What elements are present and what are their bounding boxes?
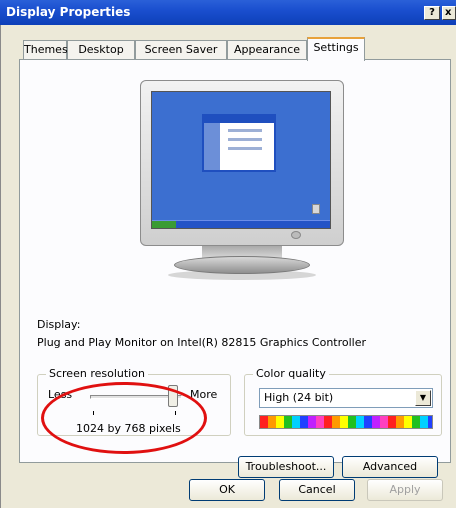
- troubleshoot-button[interactable]: Troubleshoot...: [238, 456, 334, 478]
- apply-button[interactable]: Apply: [367, 479, 443, 501]
- screen-resolution-group: Screen resolution Less More 1024 by 768 …: [37, 367, 231, 436]
- ok-button[interactable]: OK: [189, 479, 265, 501]
- color-spectrum-bar: [259, 415, 433, 429]
- preview-taskbar: [152, 220, 330, 228]
- start-button-icon: [152, 221, 176, 228]
- color-quality-title: Color quality: [253, 367, 329, 381]
- resolution-slider-thumb[interactable]: [167, 385, 178, 407]
- monitor-base: [174, 256, 310, 274]
- resolution-value: 1024 by 768 pixels: [76, 422, 181, 435]
- slider-tick: [93, 411, 94, 415]
- tab-settings[interactable]: Settings: [307, 37, 365, 61]
- less-label: Less: [48, 388, 73, 401]
- monitor-illustration: [140, 80, 344, 290]
- color-quality-group: Color quality High (24 bit) ▼: [244, 367, 442, 436]
- settings-panel: Display: Plug and Play Monitor on Intel(…: [19, 59, 451, 478]
- monitor-frame: [140, 80, 344, 246]
- help-button[interactable]: ?: [424, 6, 440, 20]
- slider-tick: [175, 411, 176, 415]
- tab-appearance[interactable]: Appearance: [227, 40, 307, 60]
- window-title: Display Properties: [6, 5, 131, 19]
- screen-resolution-title: Screen resolution: [46, 367, 148, 381]
- title-bar: Display Properties ? x: [0, 0, 456, 25]
- more-label: More: [190, 388, 218, 401]
- tab-desktop[interactable]: Desktop: [67, 40, 135, 60]
- recycle-bin-icon: [312, 204, 320, 214]
- tab-screen-saver[interactable]: Screen Saver: [135, 40, 227, 60]
- color-quality-value: High (24 bit): [264, 391, 334, 404]
- display-value: Plug and Play Monitor on Intel(R) 82815 …: [37, 336, 367, 349]
- close-button[interactable]: x: [442, 6, 456, 20]
- preview-window: [202, 114, 276, 172]
- cancel-button[interactable]: Cancel: [279, 479, 355, 501]
- tab-themes[interactable]: Themes: [23, 40, 68, 60]
- chevron-down-icon[interactable]: ▼: [415, 390, 431, 406]
- dialog-body: Themes Desktop Screen Saver Appearance S…: [0, 25, 456, 508]
- monitor-screen: [151, 91, 331, 229]
- color-quality-select[interactable]: High (24 bit) ▼: [259, 388, 433, 408]
- power-knob-icon: [291, 231, 301, 239]
- advanced-button[interactable]: Advanced: [342, 456, 438, 478]
- display-label: Display:: [37, 318, 81, 331]
